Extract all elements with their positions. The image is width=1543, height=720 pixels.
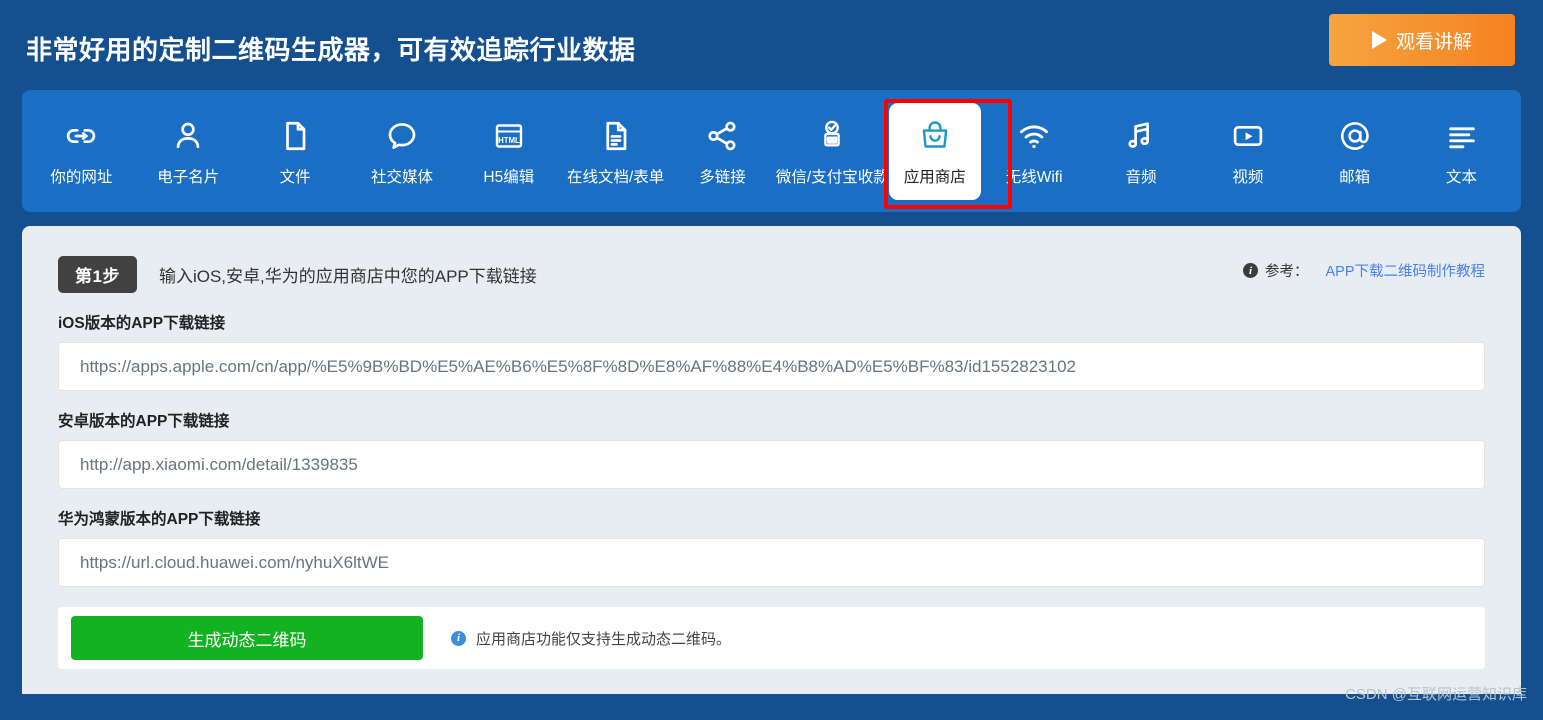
nav-label: 在线文档/表单 <box>566 168 665 186</box>
share-nodes-icon <box>702 116 742 156</box>
nav-item-audio[interactable]: 音频 <box>1088 90 1195 212</box>
page-title: 非常好用的定制二维码生成器，可有效追踪行业数据 <box>26 35 636 65</box>
document-lines-icon <box>596 116 636 156</box>
shopping-bag-icon <box>915 116 955 156</box>
watch-tutorial-label: 观看讲解 <box>1395 31 1472 53</box>
nav-item-multi-link[interactable]: 多链接 <box>669 90 776 212</box>
chat-bubble-icon <box>382 116 422 156</box>
page-header: 非常好用的定制二维码生成器，可有效追踪行业数据 观看讲解 <box>0 0 1543 80</box>
nav-label: 无线Wifi <box>1005 168 1063 186</box>
nav-item-email[interactable]: 邮箱 <box>1301 90 1408 212</box>
nav-label: 多链接 <box>699 168 746 186</box>
nav-label: 文本 <box>1446 168 1478 186</box>
nav-item-video[interactable]: 视频 <box>1194 90 1301 212</box>
step-header-row: 第1步 输入iOS,安卓,华为的应用商店中您的APP下载链接 i 参考： APP… <box>58 256 1485 293</box>
watermark: CSDN @互联网运营知识库 <box>1345 686 1527 703</box>
person-icon <box>168 116 208 156</box>
nav-item-h5-editor[interactable]: HTML H5编辑 <box>455 90 562 212</box>
reference-label: 参考： <box>1264 264 1309 280</box>
category-navbar: 你的网址 电子名片 文件 社交媒体 HTML H5编辑 在线文档/表单 多链接 … <box>22 90 1521 212</box>
field-label: 安卓版本的APP下载链接 <box>58 413 230 430</box>
nav-label: 音频 <box>1125 168 1157 186</box>
nav-label: 文件 <box>279 168 311 186</box>
field-group-huawei: 华为鸿蒙版本的APP下载链接 <box>58 507 1485 587</box>
info-icon: i <box>451 630 466 646</box>
field-label: iOS版本的APP下载链接 <box>58 315 226 332</box>
music-note-icon <box>1121 116 1161 156</box>
field-group-ios: iOS版本的APP下载链接 <box>58 311 1485 391</box>
nav-item-social-media[interactable]: 社交媒体 <box>349 90 456 212</box>
step-badge: 第1步 <box>58 256 137 293</box>
text-lines-icon <box>1442 116 1482 156</box>
field-label: 华为鸿蒙版本的APP下载链接 <box>58 511 261 528</box>
huawei-download-url-input[interactable] <box>58 538 1485 587</box>
form-card: 第1步 输入iOS,安卓,华为的应用商店中您的APP下载链接 i 参考： APP… <box>22 226 1521 694</box>
nav-item-online-doc-form[interactable]: 在线文档/表单 <box>562 90 669 212</box>
nav-item-your-url[interactable]: 你的网址 <box>28 90 135 212</box>
nav-label: 社交媒体 <box>370 168 433 186</box>
reference-block: i 参考： APP下载二维码制作教程 <box>1242 260 1485 281</box>
nav-label: H5编辑 <box>483 168 535 186</box>
generate-note-text: 应用商店功能仅支持生成动态二维码。 <box>476 630 732 648</box>
reference-link[interactable]: APP下载二维码制作教程 <box>1325 260 1485 281</box>
nav-item-app-store[interactable]: 应用商店 <box>888 102 981 200</box>
svg-text:HTML: HTML <box>498 135 520 144</box>
nav-label: 电子名片 <box>157 168 220 186</box>
link-icon <box>61 116 101 156</box>
file-icon <box>275 116 315 156</box>
watch-tutorial-button[interactable]: 观看讲解 <box>1329 14 1515 66</box>
nav-label: 应用商店 <box>903 168 966 186</box>
nav-label: 微信/支付宝收款 <box>775 168 889 186</box>
nav-item-file[interactable]: 文件 <box>242 90 349 212</box>
nav-item-business-card[interactable]: 电子名片 <box>135 90 242 212</box>
nav-item-wechat-alipay-payment[interactable]: 微信/支付宝收款 <box>776 90 889 212</box>
info-icon: i <box>1242 263 1258 278</box>
at-sign-icon <box>1335 116 1375 156</box>
nav-label: 视频 <box>1232 168 1264 186</box>
field-group-android: 安卓版本的APP下载链接 <box>58 409 1485 489</box>
action-panel: 生成动态二维码 i 应用商店功能仅支持生成动态二维码。 <box>58 607 1485 669</box>
generate-note: i 应用商店功能仅支持生成动态二维码。 <box>451 628 731 649</box>
video-play-icon <box>1228 116 1268 156</box>
step-description: 输入iOS,安卓,华为的应用商店中您的APP下载链接 <box>158 267 537 286</box>
nav-label: 邮箱 <box>1339 168 1371 186</box>
html-icon: HTML <box>489 116 529 156</box>
nav-label: 你的网址 <box>50 168 113 186</box>
android-download-url-input[interactable] <box>58 440 1485 489</box>
nav-item-text[interactable]: 文本 <box>1408 90 1515 212</box>
nav-item-wifi[interactable]: 无线Wifi <box>981 90 1088 212</box>
play-icon <box>1371 31 1387 49</box>
ios-download-url-input[interactable] <box>58 342 1485 391</box>
wifi-icon <box>1014 116 1054 156</box>
generate-dynamic-qr-button[interactable]: 生成动态二维码 <box>71 616 423 660</box>
payment-check-icon <box>812 116 852 156</box>
